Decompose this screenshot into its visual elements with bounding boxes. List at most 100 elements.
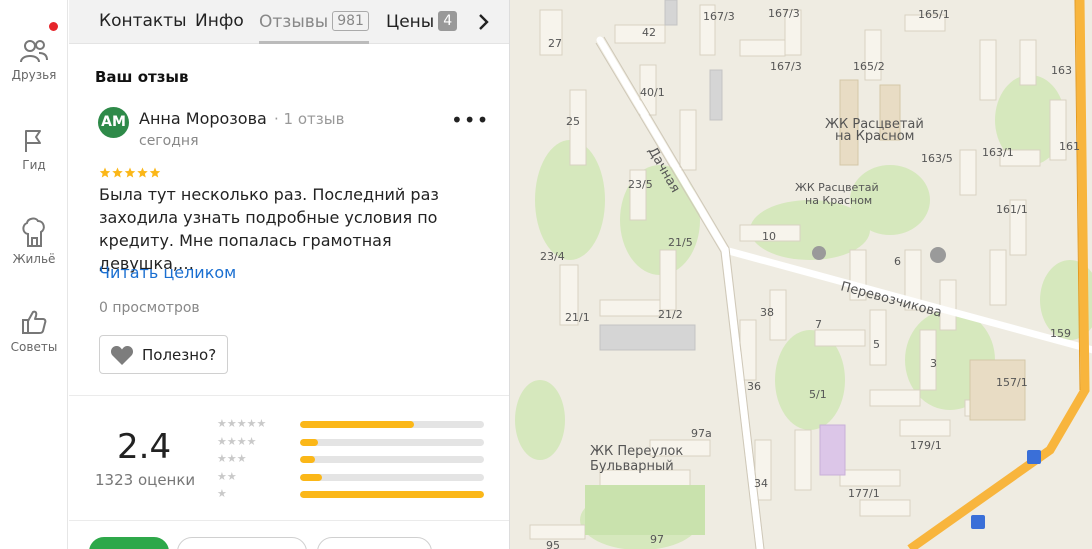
section-title: Ваш отзыв xyxy=(95,68,189,86)
rating-bar-fill xyxy=(300,491,484,498)
place-panel: Контакты Инфо Отзывы 981 Цены 4 Ваш отзыв … xyxy=(69,0,509,549)
heart-icon xyxy=(110,345,134,365)
house-number: 97а xyxy=(691,427,712,440)
rating-bar-fill xyxy=(300,456,315,463)
star-icon xyxy=(124,167,136,178)
house-number: 27 xyxy=(548,37,562,50)
rating-bar-track xyxy=(300,491,484,498)
house-number: 38 xyxy=(760,306,774,319)
rating-bar-stars: ★★★★★ xyxy=(217,417,267,430)
rating-bar-track xyxy=(300,473,484,481)
house-number: 5/1 xyxy=(809,388,827,401)
rating-bar-stars: ★★★ xyxy=(217,452,247,465)
rail-label: Жильё xyxy=(12,252,56,266)
rating-bar-row: ★★ xyxy=(217,469,487,487)
house-number: 34 xyxy=(754,477,768,490)
read-more-link[interactable]: Читать целиком xyxy=(99,263,236,282)
useful-label: Полезно? xyxy=(142,345,217,364)
house-icon xyxy=(22,217,45,247)
place-label[interactable]: ЖК Переулок Бульварный xyxy=(590,444,683,474)
house-number: 42 xyxy=(642,26,656,39)
house-number: 21/2 xyxy=(658,308,683,321)
house-number: 163/1 xyxy=(982,146,1014,159)
rating-bar-stars: ★ xyxy=(217,487,227,500)
rating-bar-stars: ★★ xyxy=(217,469,237,483)
review-text: Была тут несколько раз. Последний раз за… xyxy=(99,185,439,273)
rating-bar-row: ★ xyxy=(217,486,487,504)
filter-chip[interactable] xyxy=(317,537,432,549)
rail-label: Друзья xyxy=(11,68,57,82)
tab-prices[interactable]: Цены 4 xyxy=(386,11,458,32)
views-count: 0 просмотров xyxy=(99,300,200,316)
house-number: 5 xyxy=(873,338,880,351)
bus-stop-icon[interactable] xyxy=(971,450,1041,529)
house-number: 159 xyxy=(1050,327,1071,340)
more-options-icon[interactable]: ••• xyxy=(451,110,489,130)
rail-item-housing[interactable]: Жильё xyxy=(0,216,68,266)
house-number: 23/4 xyxy=(540,250,565,263)
house-number: 21/1 xyxy=(565,311,590,324)
ratings-count: 1323 оценки xyxy=(95,471,196,489)
author-name[interactable]: Анна Морозова xyxy=(139,109,267,128)
house-number: 157/1 xyxy=(996,376,1028,389)
tab-info[interactable]: Инфо xyxy=(195,11,244,31)
house-number: 177/1 xyxy=(848,487,880,500)
house-number: 97 xyxy=(650,533,664,546)
active-tab-indicator xyxy=(259,41,369,44)
reviews-count-badge: 981 xyxy=(332,11,369,31)
star-icon xyxy=(137,167,148,178)
rating-bar-track xyxy=(300,421,484,428)
house-number: 7 xyxy=(815,318,822,331)
rating-bar-row: ★★★★★ xyxy=(217,416,487,434)
rail-label: Гид xyxy=(22,158,46,172)
rail-item-tips[interactable]: Советы xyxy=(0,308,68,354)
hospital-icon[interactable] xyxy=(812,246,826,260)
house-number: 165/1 xyxy=(918,8,950,21)
author-review-count: · 1 отзыв xyxy=(274,110,345,128)
tab-label: Цены xyxy=(386,12,435,32)
rating-distribution: ★★★★★ ★★★★ ★★★ ★★ ★ xyxy=(217,416,487,504)
rating-bar-track xyxy=(300,438,484,446)
filter-chip-primary[interactable] xyxy=(89,537,169,549)
house-number: 161 xyxy=(1059,140,1080,153)
place-label[interactable]: ЖК Расцветай на Красном xyxy=(825,117,924,144)
house-number: 163 xyxy=(1051,64,1072,77)
average-rating: 2.4 xyxy=(117,427,172,467)
rating-bar-fill xyxy=(300,438,319,446)
rating-bar-fill xyxy=(300,421,415,428)
avatar[interactable]: АМ xyxy=(98,107,129,138)
review-date: сегодня xyxy=(139,133,199,149)
divider xyxy=(69,520,509,521)
poi-icon[interactable] xyxy=(930,247,946,263)
house-number: 167/3 xyxy=(768,7,800,20)
house-number: 165/2 xyxy=(853,60,885,73)
rail-item-guide[interactable]: Гид xyxy=(0,128,68,172)
map[interactable]: Дачная Перевозчикова ЖК Расцветай на Красн… xyxy=(509,0,1092,549)
house-number: 95 xyxy=(546,539,560,549)
useful-button[interactable]: Полезно? xyxy=(99,335,228,374)
notification-dot xyxy=(49,22,58,31)
tab-contacts[interactable]: Контакты xyxy=(99,11,187,31)
house-number: 167/3 xyxy=(703,10,735,23)
filter-chip[interactable] xyxy=(177,537,307,549)
tab-bar: Контакты Инфо Отзывы 981 Цены 4 xyxy=(69,0,509,44)
left-rail: Друзья Гид Жильё Советы xyxy=(0,0,68,549)
flag-icon xyxy=(25,130,41,152)
tab-reviews[interactable]: Отзывы 981 xyxy=(259,11,369,44)
review-stars xyxy=(99,167,161,178)
rating-bar-track xyxy=(300,456,484,463)
house-number: 36 xyxy=(747,380,761,393)
house-number: 21/5 xyxy=(668,236,693,249)
rail-item-friends[interactable]: Друзья xyxy=(0,38,68,82)
map-canvas[interactable]: ДачнаяПеревозчикова ЖК Расцветай на Красн… xyxy=(510,0,1092,549)
house-number: 25 xyxy=(566,115,580,128)
chevron-right-icon[interactable] xyxy=(477,12,491,32)
house-number: 179/1 xyxy=(910,439,942,452)
rail-label: Советы xyxy=(10,340,58,354)
rating-bar-row: ★★★★ xyxy=(217,434,487,452)
place-label[interactable]: ЖК Расцветай на Красном xyxy=(795,181,879,207)
house-number: 40/1 xyxy=(640,86,665,99)
house-number: 6 xyxy=(894,255,901,268)
prices-count-badge: 4 xyxy=(438,11,458,31)
star-icon xyxy=(149,167,161,178)
